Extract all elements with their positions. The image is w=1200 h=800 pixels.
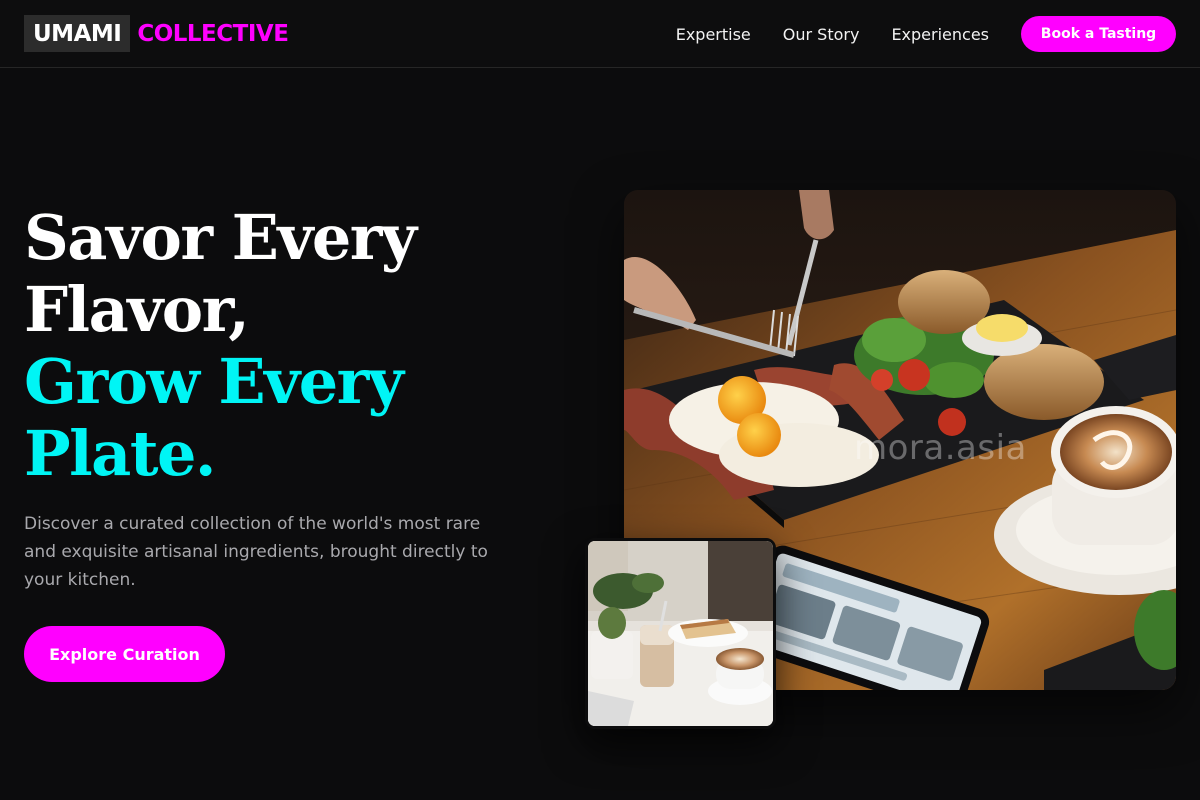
headline-line-1: Savor Every <box>24 201 417 274</box>
brand-name-secondary: COLLECTIVE <box>137 20 289 47</box>
main-nav: Expertise Our Story Experiences <box>644 0 989 68</box>
nav-link-experiences[interactable]: Experiences <box>891 25 989 44</box>
explore-curation-button[interactable]: Explore Curation <box>24 626 225 682</box>
nav-link-our-story[interactable]: Our Story <box>783 25 860 44</box>
hero-headline: Savor Every Flavor, Grow Every Plate. <box>24 202 494 490</box>
headline-line-3: Grow Every <box>24 345 404 418</box>
photo-watermark: mora.asia <box>854 428 1027 468</box>
hero-thumbnail-photo <box>585 538 776 729</box>
headline-line-2: Flavor, <box>24 273 250 346</box>
hero-subtitle: Discover a curated collection of the wor… <box>24 514 488 590</box>
site-header: UMAMI COLLECTIVE Expertise Our Story Exp… <box>0 0 1200 68</box>
brand-logo[interactable]: UMAMI COLLECTIVE <box>24 15 289 52</box>
headline-line-4: Plate. <box>24 417 217 490</box>
brand-name-primary: UMAMI <box>24 15 131 52</box>
book-tasting-button[interactable]: Book a Tasting <box>1021 16 1176 52</box>
nav-link-expertise[interactable]: Expertise <box>676 25 751 44</box>
cafe-table-illustration <box>588 541 773 726</box>
